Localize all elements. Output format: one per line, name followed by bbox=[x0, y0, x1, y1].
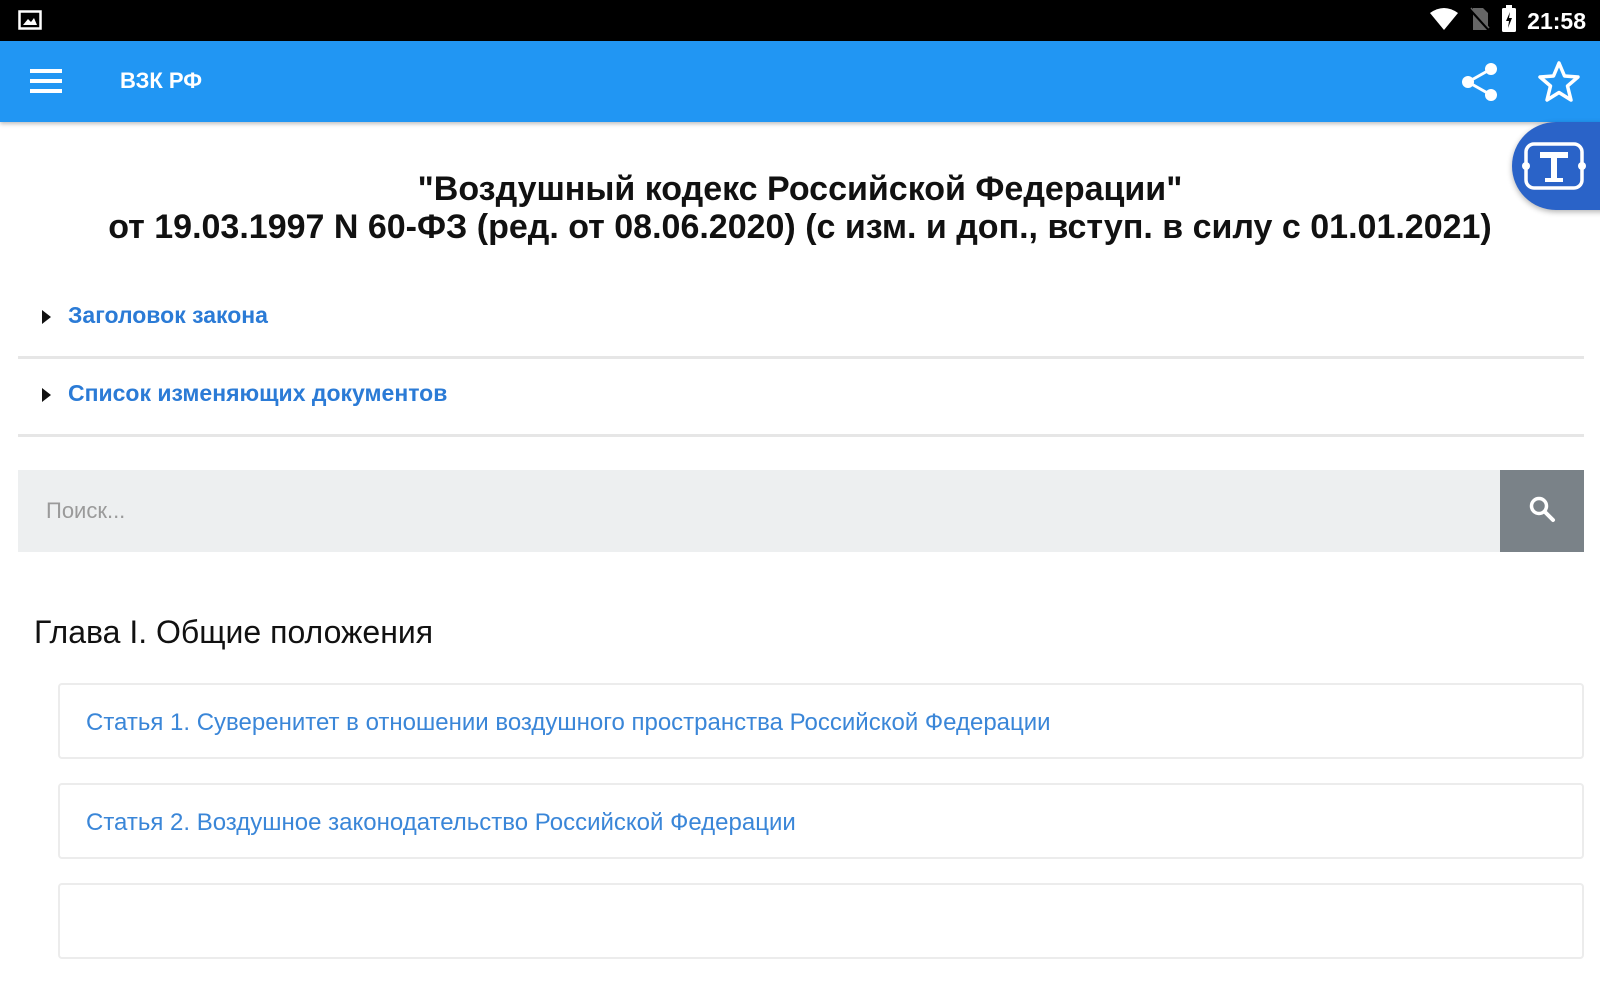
status-bar: 21:58 bbox=[0, 0, 1600, 41]
accordion-label[interactable]: Заголовок закона bbox=[68, 302, 268, 329]
accordion-amending-documents[interactable]: Список изменяющих документов bbox=[18, 356, 1584, 437]
accordion-label[interactable]: Список изменяющих документов bbox=[68, 380, 447, 407]
expand-arrow-icon bbox=[42, 310, 51, 324]
document-title-line-1: "Воздушный кодекс Российской Федерации" bbox=[417, 170, 1183, 208]
status-icons: 21:58 bbox=[1429, 4, 1586, 38]
menu-button[interactable] bbox=[22, 61, 72, 103]
article-item[interactable]: Статья 1. Суверенитет в отношении воздуш… bbox=[58, 683, 1584, 759]
battery-icon bbox=[1501, 4, 1517, 38]
no-sim-icon bbox=[1469, 6, 1492, 37]
search-bar bbox=[18, 470, 1584, 552]
app-title: ВЗК РФ bbox=[120, 68, 203, 93]
article-link[interactable]: Статья 1. Суверенитет в отношении воздуш… bbox=[86, 709, 1051, 737]
article-item[interactable] bbox=[58, 883, 1584, 959]
wifi-icon bbox=[1429, 7, 1459, 36]
document-title-line-2: от 19.03.1997 N 60-ФЗ (ред. от 08.06.202… bbox=[108, 208, 1492, 246]
search-input[interactable] bbox=[18, 470, 1500, 552]
favorite-button[interactable] bbox=[1535, 59, 1585, 107]
search-icon bbox=[1528, 495, 1556, 528]
document-title: "Воздушный кодекс Российской Федерации" … bbox=[20, 170, 1580, 246]
share-button[interactable] bbox=[1455, 59, 1505, 107]
expand-arrow-icon bbox=[42, 388, 51, 402]
image-icon bbox=[18, 9, 42, 31]
article-list: Статья 1. Суверенитет в отношении воздуш… bbox=[58, 683, 1584, 983]
app-bar: ВЗК РФ bbox=[0, 41, 1600, 122]
article-link[interactable]: Статья 2. Воздушное законодательство Рос… bbox=[86, 809, 796, 837]
search-button[interactable] bbox=[1500, 470, 1584, 552]
chapter-title: Глава I. Общие положения bbox=[34, 614, 434, 650]
clock: 21:58 bbox=[1527, 7, 1586, 34]
article-item[interactable]: Статья 2. Воздушное законодательство Рос… bbox=[58, 783, 1584, 859]
accordion-law-header[interactable]: Заголовок закона bbox=[18, 278, 1584, 359]
